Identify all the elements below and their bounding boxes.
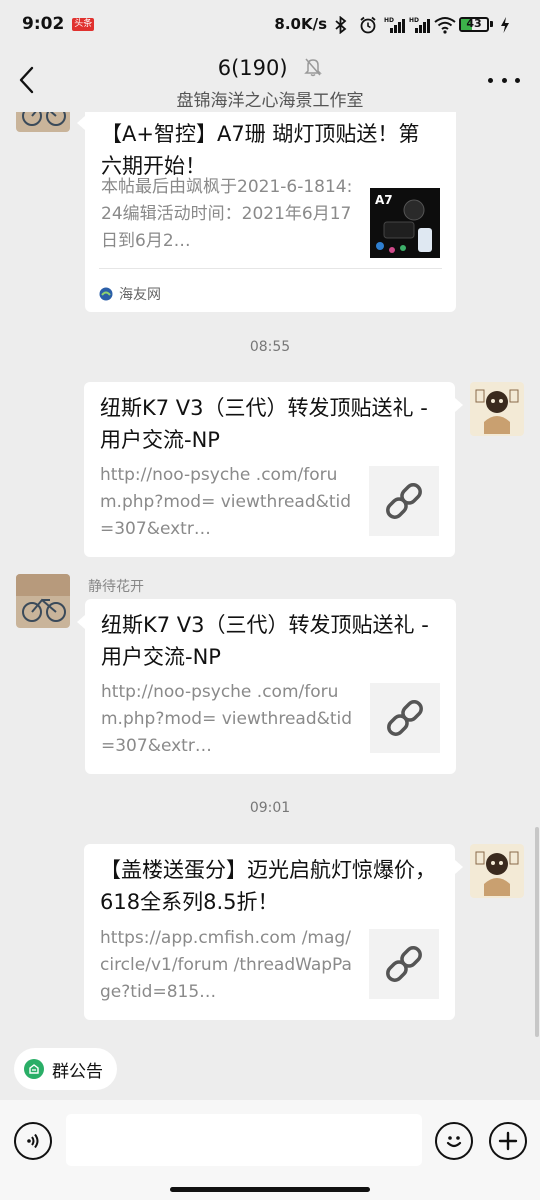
bubble-tail: [77, 615, 85, 629]
status-right-group: 8.0K/s HD HD 43: [274, 15, 518, 35]
dot-icon: [501, 77, 507, 83]
bluetooth-icon: [334, 15, 352, 35]
link-card-3[interactable]: 纽斯K7 V3（三代）转发顶贴送礼 - 用户交流-NP http://noo-p…: [85, 599, 456, 774]
home-indicator[interactable]: [170, 1187, 370, 1192]
thumb-label: A7: [375, 193, 393, 207]
mute-bell-icon: [304, 57, 323, 82]
signal-hd-2-icon: HD: [409, 16, 430, 33]
chat-header: 6(190) 盘锦海洋之心海景工作室: [0, 48, 540, 112]
link-icon: [386, 946, 422, 982]
network-speed: 8.0K/s: [274, 15, 327, 33]
bubble-tail: [77, 116, 85, 130]
source-name: 海友网: [119, 287, 161, 303]
link-thumbnail: [369, 929, 439, 999]
signal-hd-1-icon: HD: [384, 16, 405, 33]
card-thumbnail: A7: [370, 188, 440, 258]
group-announcement-button[interactable]: 群公告: [14, 1048, 117, 1090]
card-title: 【A+智控】A7珊 瑚灯顶贴送！第六期开始！: [101, 122, 420, 178]
voice-icon: [27, 1133, 39, 1149]
card-source: 海友网: [99, 284, 161, 304]
avatar-self[interactable]: [470, 382, 524, 436]
sender-name: 静待花开: [88, 579, 144, 595]
card-description: 本帖最后由飒枫于2021-6-1814:24编辑活动时间：2021年6月17日到…: [101, 177, 353, 251]
chat-title: 6(190): [0, 56, 540, 82]
link-card-2[interactable]: 纽斯K7 V3（三代）转发顶贴送礼 - 用户交流-NP http://noo-p…: [84, 382, 455, 557]
alarm-icon: [359, 16, 377, 34]
card-title: 纽斯K7 V3（三代）转发顶贴送礼 - 用户交流-NP: [100, 396, 428, 452]
announcement-label: 群公告: [52, 1061, 103, 1082]
bubble-tail: [455, 860, 463, 874]
status-time: 9:02: [22, 14, 65, 34]
link-icon: [387, 700, 423, 736]
message-input[interactable]: [66, 1114, 422, 1166]
avatar-bicycle[interactable]: [16, 574, 70, 628]
timestamp: 09:01: [249, 800, 291, 816]
link-thumbnail: [370, 683, 440, 753]
announcement-icon: [24, 1059, 44, 1079]
source-logo-icon: [99, 287, 113, 301]
card-description: http://noo-psyche .com/forum.php?mod= vi…: [100, 465, 352, 539]
card-title: 纽斯K7 V3（三代）转发顶贴送礼 - 用户交流-NP: [101, 613, 429, 669]
chat-subtitle: 盘锦海洋之心海景工作室: [176, 91, 364, 111]
battery-percent: 43: [466, 16, 482, 30]
status-bar: 9:02 头条 8.0K/s HD HD 43: [0, 0, 540, 48]
wifi-icon: [434, 16, 456, 34]
card-description: http://noo-psyche .com/forum.php?mod= vi…: [101, 682, 353, 756]
link-card-4[interactable]: 【盖楼送蛋分】迈光启航灯惊爆价，618全系列8.5折！ https://app.…: [84, 844, 455, 1020]
link-thumbnail: [369, 466, 439, 536]
chat-message-list[interactable]: 【A+智控】A7珊 瑚灯顶贴送！第六期开始！ 本帖最后由飒枫于2021-6-18…: [0, 112, 540, 1037]
more-functions-button[interactable]: [489, 1122, 527, 1160]
link-card-1[interactable]: 【A+智控】A7珊 瑚灯顶贴送！第六期开始！ 本帖最后由飒枫于2021-6-18…: [85, 112, 456, 312]
svg-text:HD: HD: [384, 17, 394, 24]
chat-scrollbar[interactable]: [535, 827, 539, 1037]
card-title: 【盖楼送蛋分】迈光启航灯惊爆价，618全系列8.5折！: [100, 858, 436, 914]
dot-icon: [488, 77, 493, 83]
dot-icon: [515, 77, 520, 83]
charging-icon: [500, 16, 518, 33]
card-description: https://app.cmfish.com /mag/circle/v1/fo…: [100, 928, 352, 1002]
link-icon: [386, 483, 422, 519]
more-options-button[interactable]: [488, 70, 520, 90]
chat-input-bar: [0, 1100, 540, 1200]
smiley-icon: [446, 1136, 462, 1148]
group-name-count: 6(190): [217, 56, 288, 80]
emoji-button[interactable]: [435, 1122, 473, 1160]
svg-text:HD: HD: [409, 17, 419, 24]
battery-icon: 43: [459, 16, 493, 32]
bubble-tail: [455, 398, 463, 412]
plus-icon: [498, 1131, 518, 1151]
timestamp: 08:55: [249, 339, 291, 355]
news-app-badge: 头条: [72, 17, 95, 31]
avatar-bicycle[interactable]: [16, 112, 70, 132]
voice-input-button[interactable]: [14, 1122, 52, 1160]
avatar-self[interactable]: [470, 844, 524, 898]
card-divider: [99, 268, 442, 269]
